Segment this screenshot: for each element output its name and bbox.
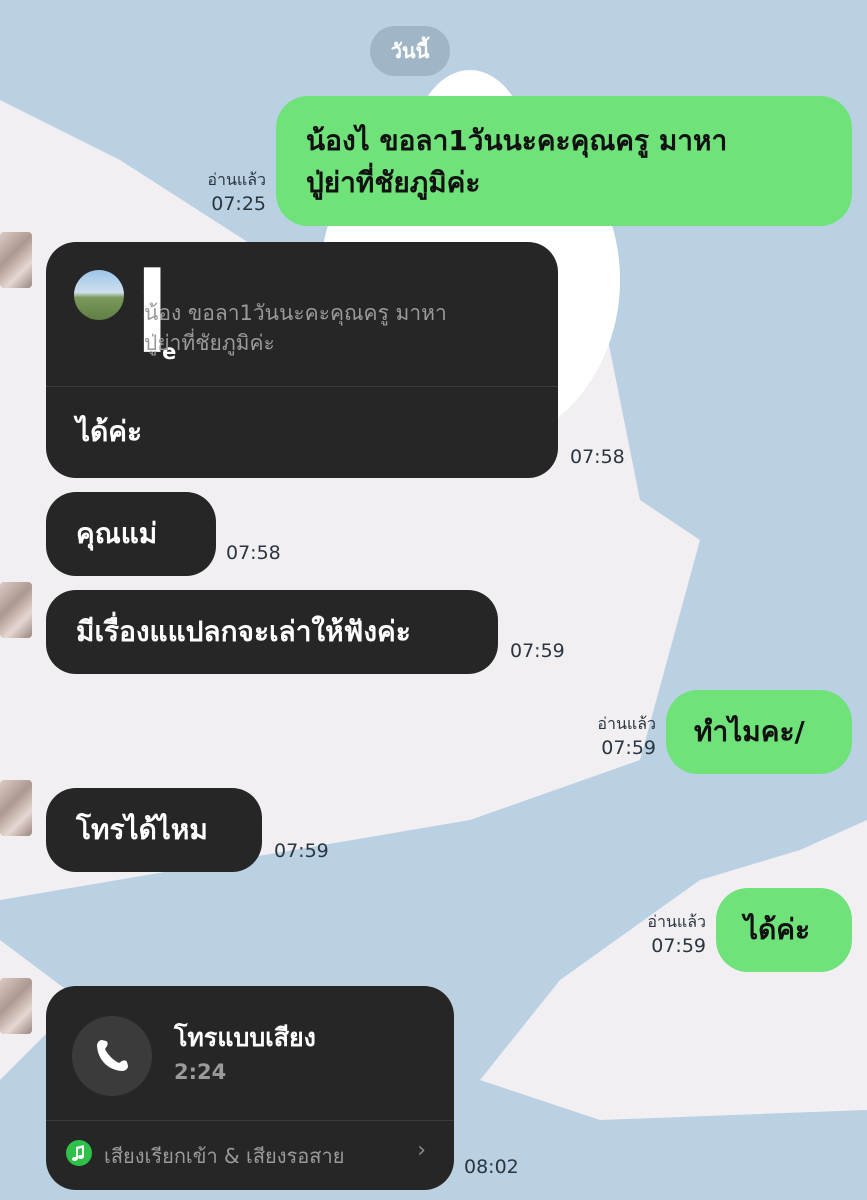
reply-quote-line: ปู่ย่าที่ชัยภูมิค่ะ	[144, 331, 275, 355]
message-text: ได้ค่ะ	[76, 415, 143, 448]
read-receipt: อ่านแล้ว	[597, 714, 656, 733]
date-separator: วันนี้	[370, 26, 450, 76]
message-bubble-outgoing[interactable]: น้องไ ขอลา1วันนะคะคุณครู มาหา ปู่ย่าที่ช…	[276, 96, 852, 226]
ringtone-label: เสียงเรียกเข้า & เสียงรอสาย	[104, 1144, 345, 1168]
message-meta: อ่านแล้ว 07:59	[570, 712, 656, 760]
ringtone-link[interactable]: เสียงเรียกเข้า & เสียงรอสาย ›	[66, 1134, 434, 1174]
call-duration: 2:24	[174, 1060, 227, 1084]
reply-avatar	[74, 270, 124, 320]
read-receipt: อ่านแล้ว	[207, 170, 266, 189]
message-text: โทรได้ไหม	[76, 813, 208, 846]
message-bubble-outgoing[interactable]: ได้ค่ะ	[716, 888, 852, 972]
message-time: 08:02	[464, 1156, 519, 1178]
message-time: 07:25	[211, 193, 266, 215]
call-title: โทรแบบเสียง	[174, 1023, 316, 1052]
avatar[interactable]	[0, 780, 32, 836]
message-time: 07:58	[570, 446, 625, 468]
message-text: ได้ค่ะ	[744, 913, 811, 946]
avatar[interactable]	[0, 582, 32, 638]
reply-quote-line: น้อง ขอลา1วันนะคะคุณครู มาหา	[144, 301, 447, 325]
reply-quote-text: น้อง ขอลา1วันนะคะคุณครู มาหา ปู่ย่าที่ชั…	[144, 298, 554, 358]
message-text: ปู่ย่าที่ชัยภูมิค่ะ	[306, 166, 481, 199]
message-bubble-incoming[interactable]: มีเรื่องแแปลกจะเล่าให้ฟังค่ะ	[46, 590, 498, 674]
phone-icon	[72, 1016, 152, 1096]
music-note-icon	[66, 1140, 92, 1166]
avatar[interactable]	[0, 232, 32, 288]
message-time: 07:59	[274, 840, 329, 862]
voice-call-card[interactable]: โทรแบบเสียง 2:24 เสียงเรียกเข้า & เสียงร…	[46, 986, 454, 1190]
avatar[interactable]	[0, 978, 32, 1034]
message-bubble-incoming-reply[interactable]: █ █ █ ▀e น้อง ขอลา1วันนะคะคุณครู มาหา ปู…	[46, 242, 558, 478]
reply-divider	[46, 386, 558, 387]
message-bubble-incoming[interactable]: โทรได้ไหม	[46, 788, 262, 872]
call-divider	[46, 1120, 454, 1121]
chevron-right-icon: ›	[417, 1138, 426, 1163]
message-time: 07:59	[510, 640, 565, 662]
message-text: ทำไมคะ/	[694, 715, 805, 748]
message-time: 07:59	[651, 935, 706, 957]
read-receipt: อ่านแล้ว	[647, 912, 706, 931]
message-meta: อ่านแล้ว 07:25	[180, 168, 266, 216]
message-text: น้องไ ขอลา1วันนะคะคุณครู มาหา	[306, 124, 728, 157]
message-bubble-incoming[interactable]: คุณแม่	[46, 492, 216, 576]
message-text: คุณแม่	[76, 517, 158, 550]
message-time: 07:58	[226, 542, 281, 564]
message-bubble-outgoing[interactable]: ทำไมคะ/	[666, 690, 852, 774]
message-time: 07:59	[601, 737, 656, 759]
message-meta: อ่านแล้ว 07:59	[620, 910, 706, 958]
message-text: มีเรื่องแแปลกจะเล่าให้ฟังค่ะ	[76, 615, 411, 648]
